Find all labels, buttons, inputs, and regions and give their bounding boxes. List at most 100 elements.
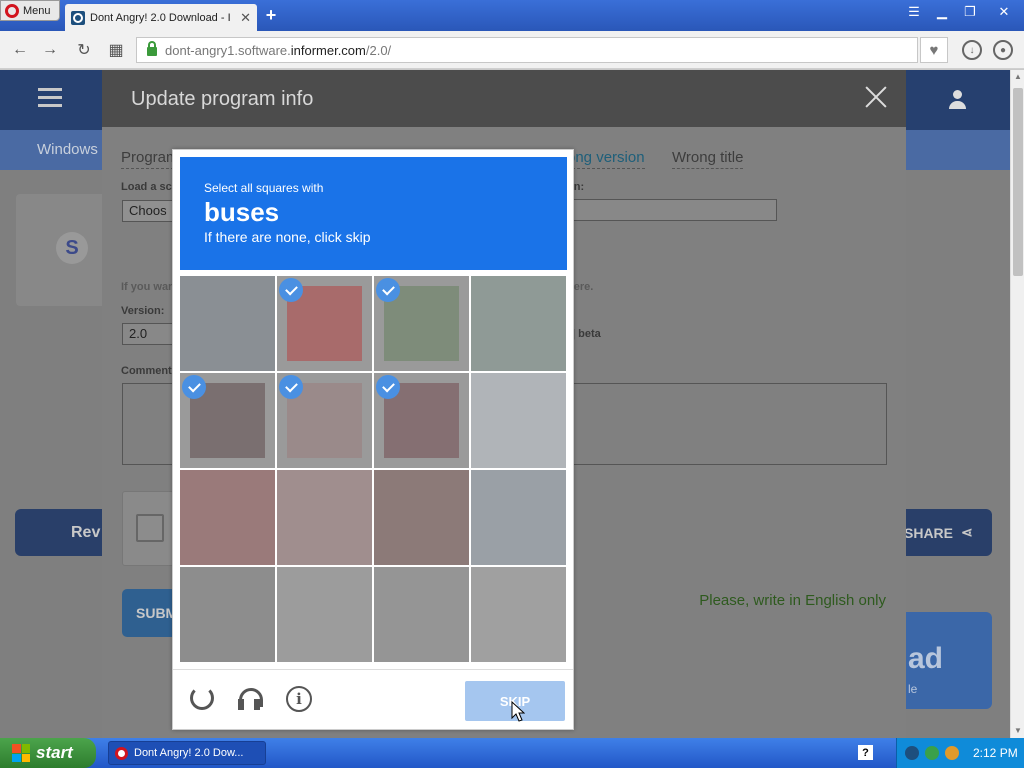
address-bar: ← → ↻ ▦ dont-angry1.software.informer.co… <box>0 31 1024 69</box>
tray-network-icon[interactable] <box>925 746 939 760</box>
page-scrollbar[interactable]: ▲ ▼ <box>1010 70 1024 738</box>
recaptcha-widget <box>122 491 174 566</box>
load-screenshot-label: Load a scr <box>121 181 177 193</box>
tab-title: Dont Angry! 2.0 Download - I <box>90 11 231 24</box>
minimize-icon[interactable]: ▁ <box>928 1 956 23</box>
captcha-tile[interactable] <box>471 470 566 565</box>
mouse-cursor-icon <box>511 701 525 722</box>
browser-tab-bar: Menu Dont Angry! 2.0 Download - I ✕ + ☰ … <box>0 0 1024 31</box>
tray-app-icon[interactable] <box>905 746 919 760</box>
forward-icon[interactable]: → <box>40 40 60 60</box>
back-icon[interactable]: ← <box>10 40 30 60</box>
windows-flag-icon <box>12 744 30 762</box>
download-small-label: le <box>908 682 918 696</box>
share-label: SHARE <box>904 524 954 541</box>
captcha-tile[interactable] <box>471 276 566 371</box>
captcha-tile-image <box>471 567 566 662</box>
captcha-tile-image <box>471 276 566 371</box>
taskbar: start Dont Angry! 2.0 Dow... ? 2:12 PM <box>0 738 1024 768</box>
captcha-tile-image <box>374 470 469 565</box>
bookmark-heart-icon[interactable]: ♥ <box>920 37 948 63</box>
url-field[interactable]: dont-angry1.software.informer.com/2.0/ <box>136 37 918 63</box>
account-icon[interactable]: ● <box>993 40 1013 60</box>
tray-search-icon[interactable] <box>945 746 959 760</box>
user-icon[interactable] <box>948 90 968 110</box>
captcha-tile[interactable] <box>180 470 275 565</box>
captcha-tile-image <box>180 567 275 662</box>
modal-close-icon[interactable] <box>864 85 888 109</box>
new-tab-button[interactable]: + <box>261 5 281 26</box>
category-link[interactable]: Windows <box>37 141 98 158</box>
tab-menu-icon[interactable]: ☰ <box>900 1 928 23</box>
taskbar-item-opera[interactable]: Dont Angry! 2.0 Dow... <box>108 741 266 765</box>
scroll-up-icon[interactable]: ▲ <box>1013 72 1023 82</box>
url-prefix: dont-angry1.software. <box>165 42 291 58</box>
captcha-tile-image <box>277 567 372 662</box>
help-icon[interactable]: ? <box>858 745 873 760</box>
captcha-tile[interactable] <box>374 470 469 565</box>
menu-label: Menu <box>23 4 51 17</box>
system-tray: 2:12 PM <box>896 738 1024 768</box>
captcha-tile[interactable] <box>374 373 469 468</box>
share-icon: ⋖ <box>961 524 973 540</box>
url-host: informer.com <box>290 42 366 58</box>
tile-selected-check-icon <box>279 278 303 302</box>
headphones-icon[interactable] <box>237 686 263 712</box>
version-label: Version: <box>121 305 165 317</box>
opera-menu-button[interactable]: Menu <box>0 0 60 21</box>
window-controls: ☰ ▁ ❐ ✕ <box>900 0 1024 24</box>
hint-text-left: If you war <box>121 281 173 293</box>
captcha-grid <box>180 276 568 664</box>
window-close-icon[interactable]: ✕ <box>984 1 1024 23</box>
browser-tab[interactable]: Dont Angry! 2.0 Download - I ✕ <box>65 4 257 31</box>
beta-checkbox-label[interactable]: | beta <box>572 328 601 340</box>
taskbar-item-label: Dont Angry! 2.0 Dow... <box>134 747 244 759</box>
opera-logo-icon <box>5 3 19 18</box>
recaptcha-checkbox[interactable] <box>136 514 164 542</box>
captcha-tile[interactable] <box>277 470 372 565</box>
tile-selected-check-icon <box>376 278 400 302</box>
scroll-thumb[interactable] <box>1013 88 1023 276</box>
captcha-tile[interactable] <box>471 373 566 468</box>
info-icon[interactable]: i <box>286 686 312 712</box>
tile-selected-check-icon <box>376 375 400 399</box>
hamburger-menu-icon[interactable] <box>38 88 62 108</box>
comment-label: Comment <box>121 365 172 377</box>
tab-program[interactable]: Program <box>121 149 179 169</box>
clock: 2:12 PM <box>973 746 1018 760</box>
captcha-tile[interactable] <box>180 373 275 468</box>
captcha-tile-image <box>471 373 566 468</box>
captcha-tile[interactable] <box>277 567 372 662</box>
captcha-tile[interactable] <box>277 373 372 468</box>
lock-icon <box>147 41 157 56</box>
start-button[interactable]: start <box>0 738 96 768</box>
version-field-input[interactable] <box>567 199 777 221</box>
opera-taskbar-icon <box>115 746 128 760</box>
start-label: start <box>36 743 73 762</box>
captcha-tile[interactable] <box>374 567 469 662</box>
reload-page-icon[interactable]: ↻ <box>74 40 94 60</box>
reload-icon[interactable] <box>190 686 214 710</box>
scroll-down-icon[interactable]: ▼ <box>1013 726 1023 736</box>
speed-dial-icon[interactable]: ▦ <box>106 40 126 60</box>
captcha-tile[interactable] <box>277 276 372 371</box>
captcha-tile[interactable] <box>471 567 566 662</box>
captcha-tile-image <box>180 276 275 371</box>
captcha-tile[interactable] <box>180 567 275 662</box>
captcha-header: Select all squares with buses If there a… <box>180 157 567 270</box>
tab-close-icon[interactable]: ✕ <box>240 10 251 26</box>
site-favicon-icon <box>71 10 85 25</box>
review-button[interactable]: Rev <box>15 509 115 556</box>
captcha-fallback: If there are none, click skip <box>204 229 371 245</box>
captcha-tile[interactable] <box>374 276 469 371</box>
captcha-tile-image <box>277 470 372 565</box>
tab-wrong-title[interactable]: Wrong title <box>672 149 744 169</box>
tile-selected-check-icon <box>279 375 303 399</box>
tab-wrong-version[interactable]: ong version <box>567 149 645 169</box>
download-icon[interactable]: ↓ <box>962 40 982 60</box>
url-path: /2.0/ <box>365 42 392 58</box>
captcha-target: buses <box>204 197 280 227</box>
captcha-instruction: Select all squares with <box>204 181 324 195</box>
captcha-tile[interactable] <box>180 276 275 371</box>
restore-icon[interactable]: ❐ <box>956 1 984 23</box>
